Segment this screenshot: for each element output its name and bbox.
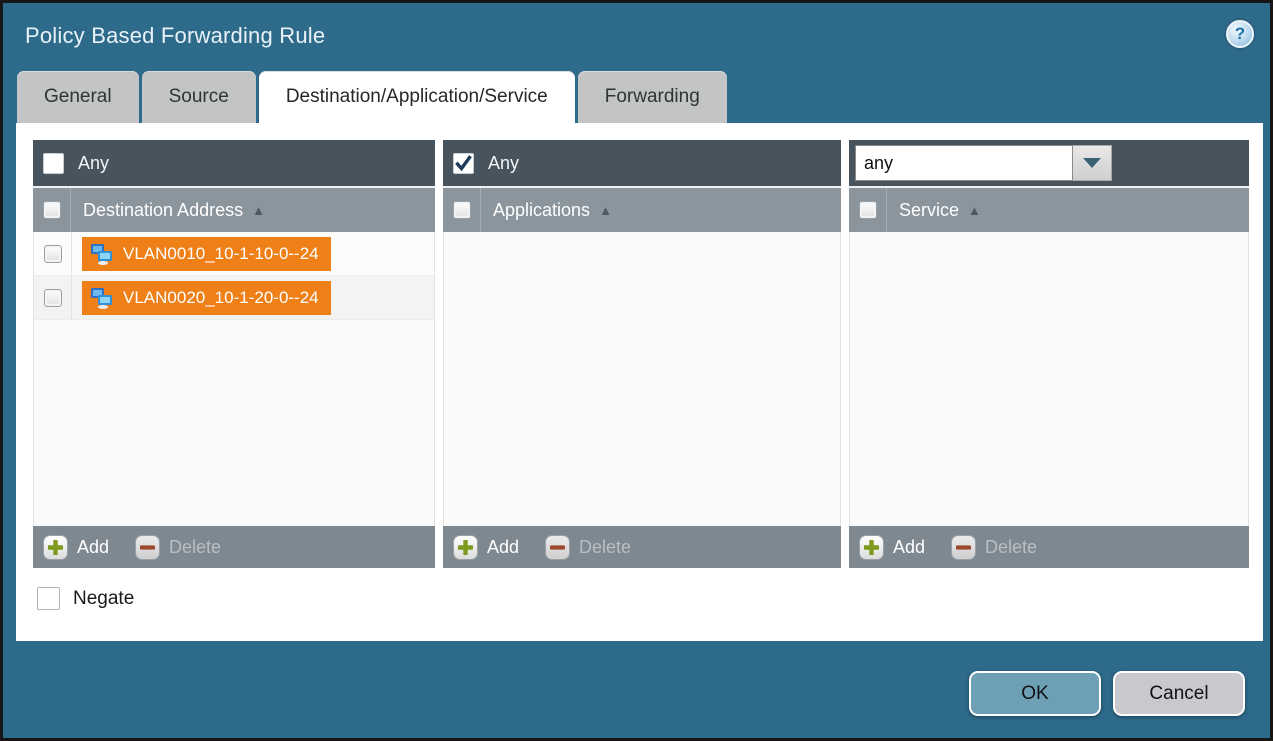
any-label: Any [78, 153, 109, 174]
select-all-cell [443, 188, 481, 232]
row-checkbox[interactable] [44, 245, 62, 263]
address-object-vlan0010[interactable]: VLAN0010_10-1-10-0--24 [82, 237, 331, 271]
column-header-label: Destination Address [83, 200, 243, 221]
delete-label: Delete [579, 537, 631, 558]
any-label: Any [488, 153, 519, 174]
network-address-icon [89, 243, 115, 265]
service-dropdown-input[interactable] [855, 145, 1073, 181]
add-button[interactable]: Add [453, 535, 519, 560]
sort-ascending-icon: ▲ [968, 203, 981, 218]
table-row: VLAN0020_10-1-20-0--24 [34, 276, 434, 320]
service-list [849, 232, 1249, 526]
tab-label: Forwarding [605, 86, 700, 108]
delete-button[interactable]: Delete [545, 535, 631, 560]
destination-address-header[interactable]: Destination Address ▲ [33, 186, 435, 232]
destination-footer: Add Delete [33, 526, 435, 568]
applications-header[interactable]: Applications ▲ [443, 186, 841, 232]
destination-any-checkbox[interactable] [43, 153, 64, 174]
add-label: Add [487, 537, 519, 558]
help-icon[interactable]: ? [1226, 20, 1254, 48]
row-checkbox[interactable] [44, 289, 62, 307]
service-dropdown-button[interactable] [1073, 145, 1112, 181]
plus-icon [453, 535, 478, 560]
select-all-cell [849, 188, 887, 232]
negate-label: Negate [73, 588, 134, 610]
table-row: VLAN0010_10-1-10-0--24 [34, 232, 434, 276]
network-address-icon [89, 287, 115, 309]
titlebar: Policy Based Forwarding Rule ? [3, 3, 1270, 71]
tab-destination-application-service[interactable]: Destination/Application/Service [259, 71, 575, 123]
select-all-cell [33, 188, 71, 232]
service-dropdown-bar [849, 140, 1249, 186]
tab-source[interactable]: Source [142, 71, 256, 123]
service-header[interactable]: Service ▲ [849, 186, 1249, 232]
minus-icon [135, 535, 160, 560]
address-object-label: VLAN0010_10-1-10-0--24 [123, 244, 319, 264]
destination-address-list: VLAN0010_10-1-10-0--24 [33, 232, 435, 526]
applications-list [443, 232, 841, 526]
dialog-title: Policy Based Forwarding Rule [25, 23, 325, 49]
delete-button[interactable]: Delete [135, 535, 221, 560]
tab-label: Destination/Application/Service [286, 86, 548, 108]
cancel-button[interactable]: Cancel [1113, 671, 1245, 716]
applications-any-bar: Any [443, 140, 841, 186]
tab-general[interactable]: General [17, 71, 139, 123]
plus-icon [43, 535, 68, 560]
add-button[interactable]: Add [859, 535, 925, 560]
add-button[interactable]: Add [43, 535, 109, 560]
policy-based-forwarding-dialog: Policy Based Forwarding Rule ? General S… [0, 0, 1273, 741]
columns-container: Any Destination Address ▲ [33, 140, 1249, 568]
tab-bar: General Source Destination/Application/S… [17, 71, 730, 123]
add-label: Add [77, 537, 109, 558]
tab-label: General [44, 86, 112, 108]
address-object-label: VLAN0020_10-1-20-0--24 [123, 288, 319, 308]
sort-ascending-icon: ▲ [599, 203, 612, 218]
minus-icon [545, 535, 570, 560]
plus-icon [859, 535, 884, 560]
chevron-down-icon [1083, 158, 1101, 168]
select-all-checkbox[interactable] [859, 201, 877, 219]
destination-address-column: Any Destination Address ▲ [33, 140, 435, 568]
destination-any-bar: Any [33, 140, 435, 186]
row-checkbox-cell [34, 232, 72, 275]
negate-checkbox[interactable] [37, 587, 60, 610]
delete-label: Delete [169, 537, 221, 558]
tab-label: Source [169, 86, 229, 108]
applications-column: Any Applications ▲ Add [443, 140, 841, 568]
column-header-label: Service [899, 200, 959, 221]
tab-forwarding[interactable]: Forwarding [578, 71, 727, 123]
select-all-checkbox[interactable] [453, 201, 471, 219]
row-checkbox-cell [34, 276, 72, 319]
minus-icon [951, 535, 976, 560]
select-all-checkbox[interactable] [43, 201, 61, 219]
applications-footer: Add Delete [443, 526, 841, 568]
service-footer: Add Delete [849, 526, 1249, 568]
add-label: Add [893, 537, 925, 558]
service-dropdown [855, 145, 1112, 181]
address-object-vlan0020[interactable]: VLAN0020_10-1-20-0--24 [82, 281, 331, 315]
ok-button[interactable]: OK [969, 671, 1101, 716]
negate-option: Negate [37, 587, 134, 610]
tab-content-panel: Any Destination Address ▲ [16, 123, 1263, 641]
service-column: Service ▲ Add Delete [849, 140, 1249, 568]
applications-any-checkbox[interactable] [453, 153, 474, 174]
delete-label: Delete [985, 537, 1037, 558]
column-header-label: Applications [493, 200, 590, 221]
sort-ascending-icon: ▲ [252, 203, 265, 218]
delete-button[interactable]: Delete [951, 535, 1037, 560]
